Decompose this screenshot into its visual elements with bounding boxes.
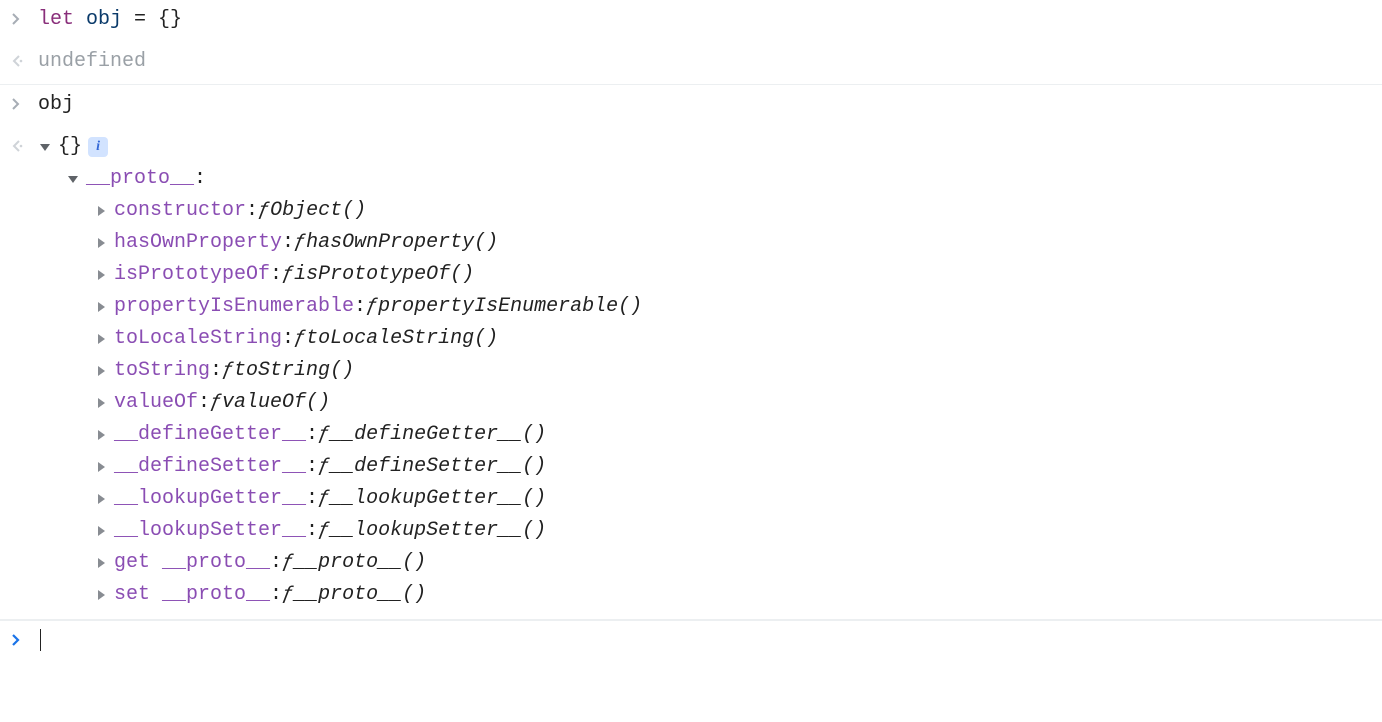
property-name: __lookupGetter__ [114, 483, 306, 515]
proto-member-node[interactable]: __defineSetter__: ƒ __defineSetter__() [38, 451, 1376, 483]
property-name: toString [114, 355, 210, 387]
caret-right-icon[interactable] [94, 428, 108, 442]
property-name: __lookupSetter__ [114, 515, 306, 547]
property-name: __defineSetter__ [114, 451, 306, 483]
active-prompt-icon [10, 625, 38, 659]
function-signature: __lookupGetter__() [330, 483, 546, 515]
proto-node[interactable]: __proto__: [38, 163, 1376, 195]
function-signature: valueOf() [222, 387, 330, 419]
code-rest: = {} [122, 8, 182, 31]
function-signature: __proto__() [294, 579, 426, 611]
proto-member-node[interactable]: valueOf: ƒ valueOf() [38, 387, 1376, 419]
function-signature: hasOwnProperty() [306, 227, 498, 259]
function-signature: Object() [270, 195, 366, 227]
function-symbol: ƒ [366, 291, 378, 323]
object-braces: {} [58, 131, 82, 163]
property-name: get __proto__ [114, 547, 270, 579]
function-signature: __defineGetter__() [330, 419, 546, 451]
property-name: isPrototypeOf [114, 259, 270, 291]
proto-label: __proto__ [86, 163, 194, 195]
proto-member-node[interactable]: toString: ƒ toString() [38, 355, 1376, 387]
caret-right-icon[interactable] [94, 556, 108, 570]
proto-member-node[interactable]: get __proto__: ƒ __proto__() [38, 547, 1376, 579]
caret-right-icon[interactable] [94, 268, 108, 282]
object-root-node[interactable]: {} i [38, 131, 1376, 163]
caret-right-icon[interactable] [94, 588, 108, 602]
console-input-code: let obj = {} [38, 4, 1376, 36]
property-name: hasOwnProperty [114, 227, 282, 259]
function-signature: __defineSetter__() [330, 451, 546, 483]
undefined-label: undefined [38, 50, 146, 73]
function-symbol: ƒ [318, 419, 330, 451]
proto-member-node[interactable]: constructor: ƒ Object() [38, 195, 1376, 227]
property-name: set __proto__ [114, 579, 270, 611]
function-signature: toString() [234, 355, 354, 387]
proto-member-node[interactable]: hasOwnProperty: ƒ hasOwnProperty() [38, 227, 1376, 259]
info-icon[interactable]: i [88, 137, 108, 157]
caret-right-icon[interactable] [94, 300, 108, 314]
property-name: toLocaleString [114, 323, 282, 355]
output-prompt-icon [10, 46, 38, 80]
console-output-row: {} i __proto__: constructor: ƒ Object()h… [0, 127, 1382, 620]
caret-down-icon[interactable] [38, 140, 52, 154]
caret-down-icon[interactable] [66, 172, 80, 186]
function-signature: propertyIsEnumerable() [378, 291, 642, 323]
function-symbol: ƒ [258, 195, 270, 227]
function-signature: __proto__() [294, 547, 426, 579]
console-input-row: obj [0, 85, 1382, 127]
function-symbol: ƒ [282, 579, 294, 611]
proto-member-node[interactable]: set __proto__: ƒ __proto__() [38, 579, 1376, 611]
var-obj: obj [86, 8, 122, 31]
caret-right-icon[interactable] [94, 524, 108, 538]
function-symbol: ƒ [282, 547, 294, 579]
property-name: __defineGetter__ [114, 419, 306, 451]
proto-member-node[interactable]: __lookupGetter__: ƒ __lookupGetter__() [38, 483, 1376, 515]
function-symbol: ƒ [294, 227, 306, 259]
console-input-row: let obj = {} [0, 0, 1382, 42]
property-name: valueOf [114, 387, 198, 419]
caret-right-icon[interactable] [94, 332, 108, 346]
output-prompt-icon [10, 131, 38, 165]
function-symbol: ƒ [210, 387, 222, 419]
console-output-row: undefined [0, 42, 1382, 85]
console-active-input-row[interactable] [0, 620, 1382, 663]
property-name: constructor [114, 195, 246, 227]
function-signature: __lookupSetter__() [330, 515, 546, 547]
function-symbol: ƒ [282, 259, 294, 291]
function-symbol: ƒ [318, 451, 330, 483]
proto-member-node[interactable]: propertyIsEnumerable: ƒ propertyIsEnumer… [38, 291, 1376, 323]
input-prompt-icon [10, 4, 38, 38]
input-prompt-icon [10, 89, 38, 123]
keyword-let: let [38, 8, 74, 31]
function-symbol: ƒ [318, 483, 330, 515]
caret-right-icon[interactable] [94, 396, 108, 410]
function-symbol: ƒ [294, 323, 306, 355]
proto-member-node[interactable]: __defineGetter__: ƒ __defineGetter__() [38, 419, 1376, 451]
caret-right-icon[interactable] [94, 236, 108, 250]
function-signature: toLocaleString() [306, 323, 498, 355]
caret-right-icon[interactable] [94, 460, 108, 474]
caret-right-icon[interactable] [94, 204, 108, 218]
proto-member-node[interactable]: toLocaleString: ƒ toLocaleString() [38, 323, 1376, 355]
caret-right-icon[interactable] [94, 492, 108, 506]
text-caret [40, 629, 41, 651]
function-symbol: ƒ [222, 355, 234, 387]
caret-right-icon[interactable] [94, 364, 108, 378]
console-active-input[interactable] [38, 625, 1376, 657]
proto-member-node[interactable]: isPrototypeOf: ƒ isPrototypeOf() [38, 259, 1376, 291]
function-signature: isPrototypeOf() [294, 259, 474, 291]
function-symbol: ƒ [318, 515, 330, 547]
code-obj: obj [38, 93, 74, 116]
proto-member-node[interactable]: __lookupSetter__: ƒ __lookupSetter__() [38, 515, 1376, 547]
property-name: propertyIsEnumerable [114, 291, 354, 323]
